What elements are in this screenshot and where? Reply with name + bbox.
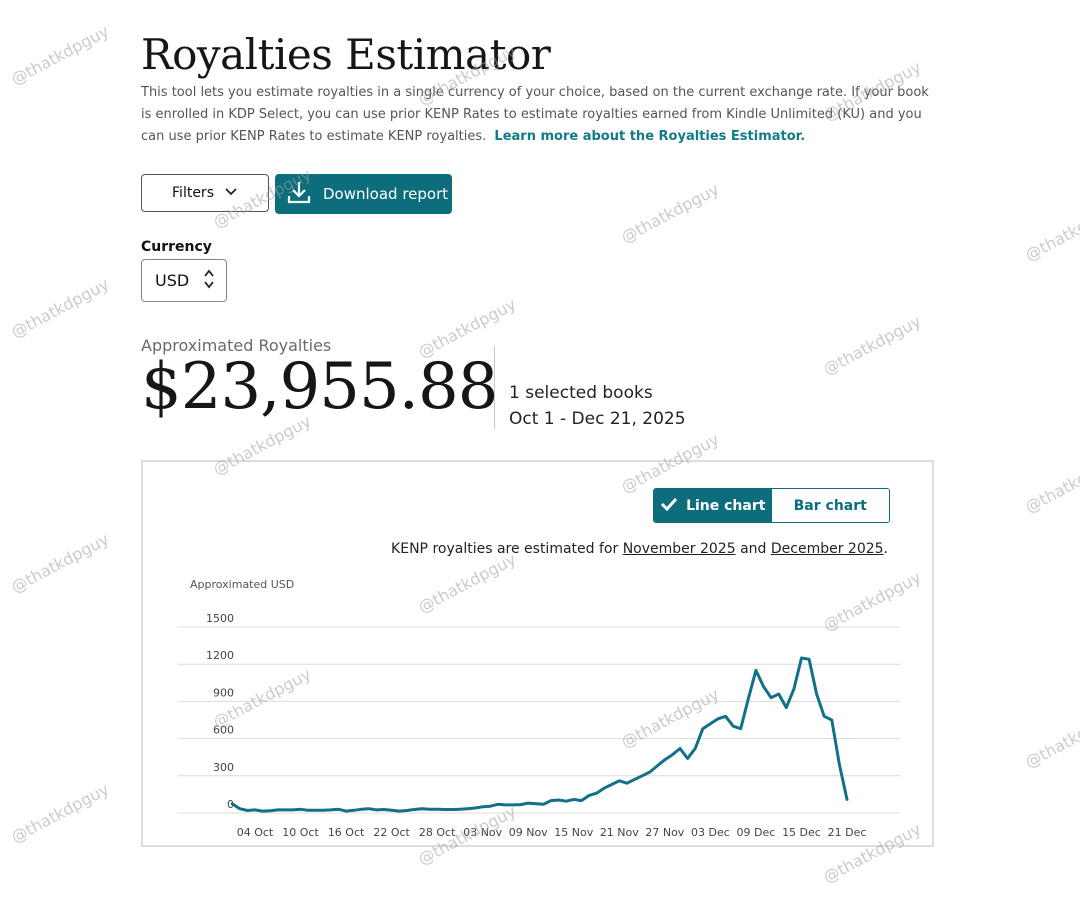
x-tick-label: 03 Nov	[463, 826, 502, 839]
learn-more-link[interactable]: Learn more about the Royalties Estimator…	[494, 129, 805, 144]
date-range: Oct 1 - Dec 21, 2025	[509, 409, 686, 429]
chevron-down-icon	[224, 185, 238, 201]
download-label: Download report	[323, 185, 449, 203]
x-tick-label: 27 Nov	[645, 826, 684, 839]
currency-value: USD	[155, 271, 190, 290]
x-tick-label: 21 Dec	[828, 826, 867, 839]
watermark-text: @thatkdpguy	[820, 311, 925, 379]
watermark-text: @thatkdpguy	[1022, 704, 1080, 772]
download-icon	[287, 180, 311, 208]
watermark-text: @thatkdpguy	[1022, 197, 1080, 265]
x-tick-label: 10 Oct	[282, 826, 319, 839]
approx-royalties-value: $23,955.88	[141, 350, 498, 424]
chart-card: Line chart Bar chart KENP royalties are …	[141, 460, 934, 847]
y-tick-label: 1500	[206, 612, 234, 625]
x-tick-label: 16 Oct	[328, 826, 365, 839]
royalties-series-line	[230, 656, 849, 813]
summary-divider	[494, 346, 495, 429]
x-tick-label: 22 Oct	[373, 826, 410, 839]
watermark-text: @thatkdpguy	[8, 529, 113, 597]
filters-button[interactable]: Filters	[141, 174, 269, 212]
y-axis-title: Approximated USD	[190, 578, 294, 591]
download-report-button[interactable]: Download report	[275, 174, 452, 214]
page-title: Royalties Estimator	[141, 30, 551, 79]
x-tick-label: 04 Oct	[237, 826, 274, 839]
watermark-text: @thatkdpguy	[1022, 449, 1080, 517]
x-tick-label: 15 Nov	[554, 826, 593, 839]
y-tick-label: 1200	[206, 649, 234, 662]
y-tick-label: 900	[213, 686, 234, 699]
x-tick-label: 15 Dec	[782, 826, 821, 839]
x-tick-label: 09 Nov	[509, 826, 548, 839]
selected-books-count: 1 selected books	[509, 383, 653, 403]
y-tick-label: 600	[213, 724, 234, 737]
up-down-chevron-icon	[203, 268, 215, 294]
x-tick-label: 21 Nov	[600, 826, 639, 839]
x-tick-label: 03 Dec	[691, 826, 730, 839]
currency-label: Currency	[141, 239, 212, 255]
royalties-line-chart: Approximated USD 030060090012001500 04 O…	[178, 578, 900, 839]
watermark-text: @thatkdpguy	[8, 21, 113, 89]
intro-text: This tool lets you estimate royalties in…	[141, 82, 941, 148]
currency-select[interactable]: USD	[141, 259, 227, 302]
watermark-text: @thatkdpguy	[8, 779, 113, 847]
x-tick-label: 09 Dec	[737, 826, 776, 839]
watermark-text: @thatkdpguy	[8, 274, 113, 342]
filters-label: Filters	[172, 185, 214, 201]
watermark-text: @thatkdpguy	[618, 179, 723, 247]
x-tick-label: 28 Oct	[419, 826, 456, 839]
y-tick-label: 300	[213, 761, 234, 774]
